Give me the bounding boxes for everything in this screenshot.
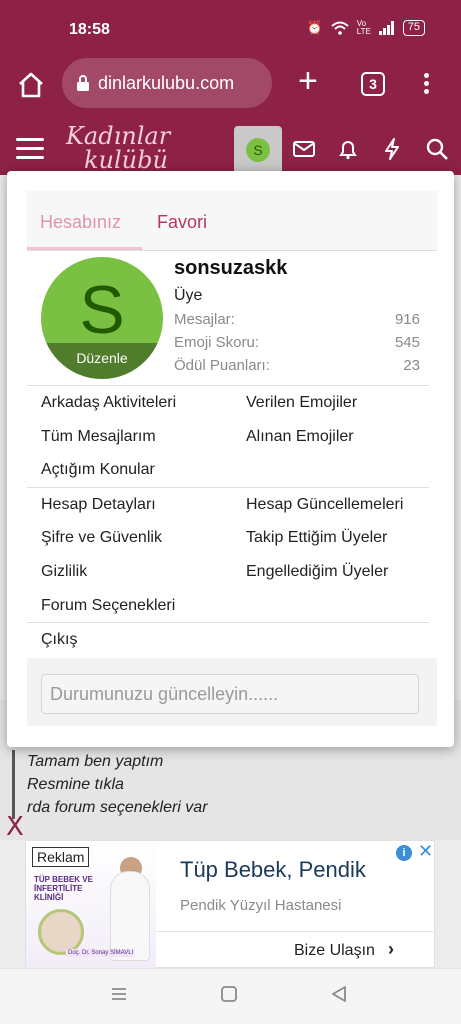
browser-menu-button[interactable] (416, 70, 436, 100)
ad-close-x[interactable]: X (6, 812, 24, 842)
link-all-messages[interactable]: Tüm Mesajlarım (41, 428, 156, 446)
doctor-illustration (110, 871, 150, 961)
link-account-details[interactable]: Hesap Detayları (41, 496, 156, 514)
link-password-security[interactable]: Şifre ve Güvenlik (41, 529, 162, 547)
link-given-emojis[interactable]: Verilen Emojiler (246, 394, 357, 412)
link-friend-activity[interactable]: Arkadaş Aktiviteleri (41, 394, 176, 412)
new-tab-button[interactable]: + (298, 64, 318, 98)
link-forum-preferences[interactable]: Forum Seçenekleri (41, 597, 175, 615)
ad-close-icon[interactable]: ✕ (418, 841, 433, 862)
divider (27, 385, 429, 386)
alarm-icon: ⏰ (306, 20, 323, 35)
ad-title[interactable]: Tüp Bebek, Pendik (180, 857, 366, 883)
site-header: Kadınlar kulübü S (0, 120, 461, 175)
lightning-icon[interactable] (379, 136, 405, 162)
link-ignored-members[interactable]: Engellediğim Üyeler (246, 563, 388, 581)
avatar-letter: S (79, 272, 125, 348)
status-update-input[interactable] (41, 674, 419, 714)
popup-tabs: Hesabınız Favori (27, 191, 437, 251)
home-icon[interactable] (16, 70, 46, 100)
site-logo[interactable]: Kadınlar kulübü (66, 124, 170, 172)
username[interactable]: sonsuzaskk (174, 257, 287, 280)
ad-subtitle: Pendik Yüzyıl Hastanesi (180, 897, 342, 914)
status-bar: 18:58 ⏰ Vo LTE 75 (0, 0, 461, 58)
system-nav-bar (0, 968, 461, 1024)
ad-image-text: TÜP BEBEK VE İNFERTİLİTE KLİNİĞİ (34, 875, 93, 902)
stat-award-points: Ödül Puanları: 23 (174, 357, 420, 374)
status-time: 18:58 (69, 21, 110, 38)
hamburger-menu-icon[interactable] (16, 138, 44, 160)
profile-avatar[interactable]: S Düzenle (41, 257, 163, 379)
signal-icon (378, 21, 394, 35)
tab-favorites[interactable]: Favori (157, 212, 207, 233)
battery-indicator: 75 (402, 20, 425, 36)
logout-link[interactable]: Çıkış (41, 631, 77, 649)
user-role: Üye (174, 287, 203, 304)
avatar: S (246, 138, 270, 162)
home-nav-icon[interactable] (220, 985, 238, 1003)
ad-image-caption: Doç. Dr. Sonay SİMAVLI (66, 949, 136, 957)
ad-info-icon[interactable]: i (396, 845, 412, 861)
ad-label: Reklam (32, 847, 90, 867)
lock-icon (77, 75, 89, 91)
link-received-emojis[interactable]: Alınan Emojiler (246, 428, 354, 446)
stat-emoji-score: Emoji Skoru: 545 (174, 334, 420, 351)
tab-switcher-button[interactable]: 3 (361, 72, 385, 96)
chevron-right-icon: › (388, 939, 394, 959)
ad-banner[interactable]: TÜP BEBEK VE İNFERTİLİTE KLİNİĞİ Doç. Dr… (25, 840, 435, 969)
divider (27, 487, 429, 488)
address-bar[interactable]: dinlarkulubu.com (62, 58, 272, 108)
post-quote: Tamam ben yaptım Resmine tıkla rda forum… (12, 750, 452, 819)
status-icons: ⏰ Vo LTE 75 (307, 20, 425, 36)
mail-icon[interactable] (291, 136, 317, 162)
link-privacy[interactable]: Gizlilik (41, 563, 87, 581)
volte-label: Vo LTE (356, 19, 371, 36)
link-following[interactable]: Takip Ettiğim Üyeler (246, 529, 387, 547)
tab-account[interactable]: Hesabınız (40, 212, 121, 233)
account-avatar-button[interactable]: S (234, 126, 282, 174)
divider (27, 622, 429, 623)
active-tab-indicator (27, 247, 142, 250)
back-icon[interactable] (330, 985, 348, 1003)
wifi-icon (331, 21, 349, 35)
url-text: dinlarkulubu.com (98, 72, 235, 93)
stat-messages: Mesajlar: 916 (174, 311, 420, 328)
account-popup: Hesabınız Favori S Düzenle sonsuzaskk Üy… (7, 171, 454, 747)
edit-avatar-button[interactable]: Düzenle (41, 343, 163, 379)
browser-toolbar: dinlarkulubu.com + 3 (0, 58, 461, 120)
recent-apps-icon[interactable] (110, 985, 128, 1003)
ad-cta-button[interactable]: Bize Ulaşın › (156, 931, 435, 968)
bell-icon[interactable] (335, 136, 361, 162)
link-account-updates[interactable]: Hesap Güncellemeleri (246, 496, 403, 514)
search-icon[interactable] (424, 136, 450, 162)
link-my-threads[interactable]: Açtığım Konular (41, 461, 155, 479)
